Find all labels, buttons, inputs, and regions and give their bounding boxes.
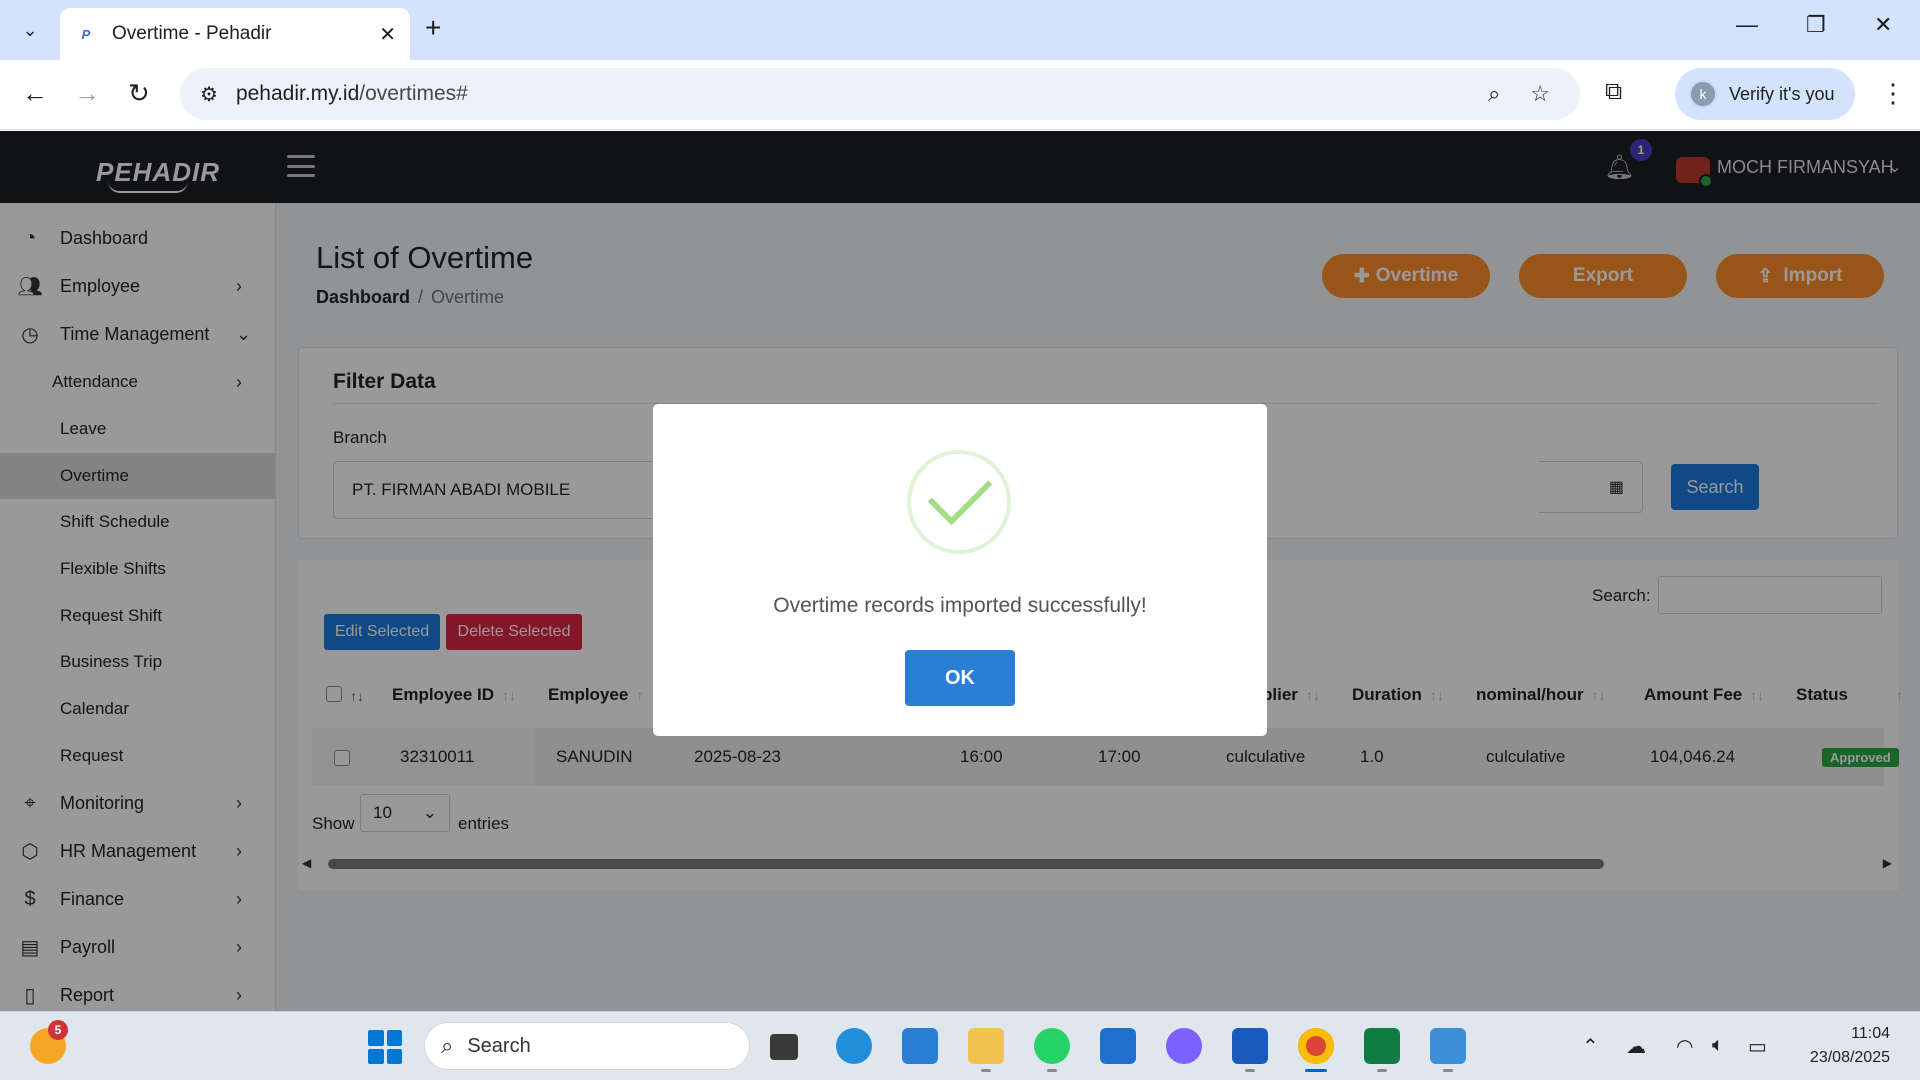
running-indicator (1377, 1069, 1387, 1072)
minimize-icon[interactable]: — (1736, 12, 1758, 38)
checkmark (927, 460, 993, 526)
verify-label: Verify it's you (1729, 83, 1835, 104)
microsoft-store-icon[interactable] (1100, 1028, 1136, 1064)
restore-icon[interactable]: ❐ (1806, 12, 1826, 38)
onedrive-cloud-icon[interactable]: ☁ (1626, 1034, 1646, 1059)
bookmark-star-icon[interactable]: ☆ (1530, 81, 1550, 107)
address-bar-row: ← → ↻ ⚙ pehadir.my.id/overtimes# ⌕ ☆ ⧉ k… (0, 60, 1920, 130)
whatsapp-icon[interactable] (1034, 1028, 1070, 1064)
success-dialog: Overtime records imported successfully! … (653, 404, 1267, 736)
extensions-puzzle-icon[interactable]: ⧉ (1605, 78, 1622, 106)
word-icon[interactable] (1232, 1028, 1268, 1064)
file-explorer-icon[interactable] (968, 1028, 1004, 1064)
back-arrow-icon[interactable]: ← (22, 78, 48, 109)
tab-title: Overtime - Pehadir (112, 23, 272, 44)
search-icon: ⌕ (441, 1033, 454, 1058)
photos-icon[interactable] (1430, 1028, 1466, 1064)
browser-tab-bar: ⌄ P Overtime - Pehadir ✕ + — ❐ ✕ (0, 0, 1920, 60)
tray-overflow-chevron-icon[interactable]: ⌃ (1582, 1034, 1599, 1059)
browser-tab[interactable]: P Overtime - Pehadir ✕ (60, 8, 410, 60)
forward-arrow-icon[interactable]: → (74, 78, 100, 109)
task-view-icon[interactable] (770, 1034, 798, 1060)
windows-start-icon[interactable] (368, 1030, 402, 1064)
edge-browser-icon[interactable] (836, 1028, 872, 1064)
wifi-icon[interactable]: ◠ (1676, 1034, 1693, 1059)
new-tab-icon[interactable]: + (425, 12, 441, 44)
running-indicator (1047, 1069, 1057, 1072)
zoom-icon[interactable]: ⌕ (1488, 81, 1500, 107)
taskbar-search-label: Search (467, 1034, 531, 1057)
success-check-icon (907, 450, 1011, 554)
url-text[interactable]: pehadir.my.id/overtimes# (236, 82, 1488, 106)
clock-time: 11:04 (1851, 1025, 1890, 1042)
copilot-icon[interactable] (1166, 1028, 1202, 1064)
windows-taskbar: 5 ⌕ Search ⌃ ☁ ◠ 🔈︎ ▭ 11:04 23/08/2025 (0, 1011, 1920, 1080)
clock[interactable]: 11:04 23/08/2025 (1800, 1022, 1890, 1070)
volume-muted-icon[interactable]: 🔈︎ (1712, 1034, 1724, 1057)
profile-avatar: k (1689, 80, 1717, 108)
chrome-icon[interactable] (1298, 1028, 1334, 1064)
running-indicator (981, 1069, 991, 1072)
ok-button[interactable]: OK (905, 650, 1015, 706)
running-indicator (1443, 1069, 1453, 1072)
vscode-icon[interactable] (902, 1028, 938, 1064)
profile-verify-button[interactable]: k Verify it's you (1675, 68, 1855, 120)
widget-badge: 5 (48, 1020, 68, 1040)
tab-search-chevron-icon[interactable]: ⌄ (10, 12, 50, 48)
pehadir-favicon-icon: P (81, 26, 91, 42)
clock-date: 23/08/2025 (1809, 1049, 1890, 1066)
battery-icon[interactable]: ▭ (1748, 1034, 1767, 1059)
excel-icon[interactable] (1364, 1028, 1400, 1064)
taskbar-search[interactable]: ⌕ Search (424, 1022, 750, 1070)
active-indicator (1305, 1069, 1327, 1072)
window-close-icon[interactable]: ✕ (1874, 12, 1892, 38)
reload-icon[interactable]: ↻ (128, 78, 150, 109)
running-indicator (1245, 1069, 1255, 1072)
dialog-message: Overtime records imported successfully! (773, 594, 1147, 617)
site-settings-icon[interactable]: ⚙ (200, 82, 218, 107)
tab-close-icon[interactable]: ✕ (379, 22, 396, 47)
omnibox[interactable]: ⚙ pehadir.my.id/overtimes# ⌕ ☆ (180, 68, 1580, 120)
browser-menu-icon[interactable]: ⋮ (1880, 78, 1906, 109)
